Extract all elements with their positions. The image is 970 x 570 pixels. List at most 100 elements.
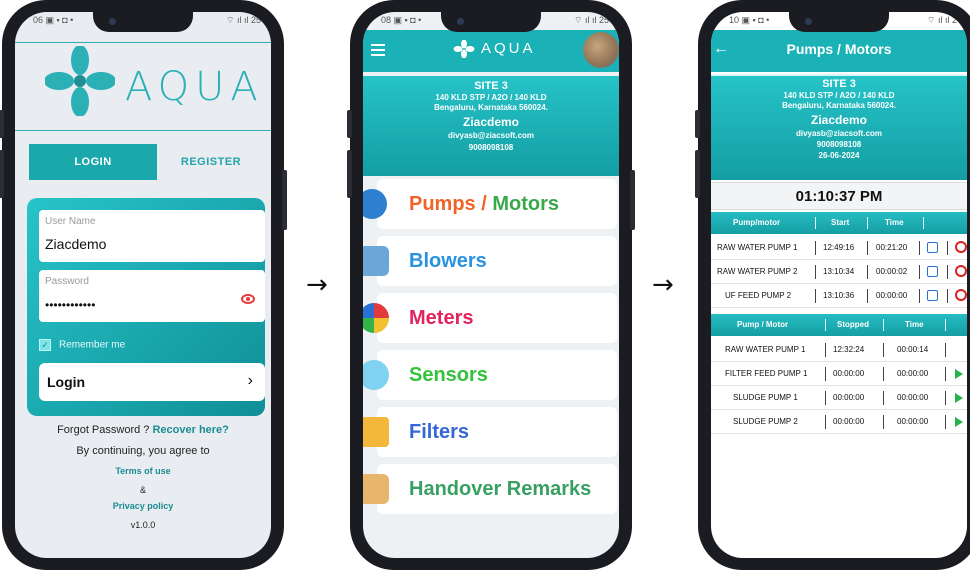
current-time: 01:10:37 PM [711, 182, 967, 210]
pump-name: RAW WATER PUMP 2 [717, 267, 798, 276]
site-phone: 9008098108 [468, 143, 514, 152]
pump-time: 00:00:00 [897, 369, 929, 378]
pump-time: 00:00:00 [897, 417, 929, 426]
share-icon[interactable] [927, 266, 938, 277]
menu-screen: 08 ▣ ▪ ◘ • ⌔ ıl ıl 25 AQUA SITE 3 140 KLD… [363, 12, 619, 558]
brand-text: AQUA [481, 40, 536, 57]
site-address: Bengaluru, Karnataka 560024. [782, 101, 896, 110]
password-label: Password [45, 276, 89, 287]
play-icon[interactable] [955, 369, 963, 379]
menu-item-handover-remarks[interactable]: Handover Remarks [363, 464, 619, 514]
aqua-logo-icon [453, 40, 475, 59]
avatar[interactable] [583, 32, 619, 68]
flow-arrow-1: → [306, 270, 328, 300]
site-email: divyasb@ziacsoft.com [447, 131, 535, 140]
pump-start: 13:10:36 [823, 291, 855, 300]
table-row[interactable]: RAW WATER PUMP 2 13:10:34 00:00:02 [711, 260, 967, 284]
table-row[interactable]: RAW WATER PUMP 1 12:49:16 00:21:20 [711, 236, 967, 260]
site-name: SITE 3 [474, 80, 508, 92]
table-row[interactable]: SLUDGE PUMP 2 00:00:00 00:00:00 [711, 410, 967, 434]
username-field[interactable]: User Name Ziacdemo [39, 210, 265, 262]
remember-label: Remember me [59, 339, 126, 351]
phone-menu: 08 ▣ ▪ ◘ • ⌔ ıl ıl 25 AQUA SITE 3 140 KLD… [347, 0, 635, 570]
login-footer: Forgot Password ? Recover here? By conti… [15, 424, 271, 539]
pump-time: 00:00:00 [897, 393, 929, 402]
pump-name: SLUDGE PUMP 2 [733, 417, 798, 426]
pump-time: 00:00:00 [876, 291, 908, 300]
menu-item-sensors[interactable]: Sensors [363, 350, 619, 400]
menu-handover-label: Handover Remarks [409, 478, 592, 500]
pump-name: UF FEED PUMP 2 [725, 291, 792, 300]
share-icon[interactable] [927, 290, 938, 301]
pump-name: FILTER FEED PUMP 1 [725, 369, 808, 378]
share-icon[interactable] [927, 242, 938, 253]
site-address: Bengaluru, Karnataka 560024. [434, 103, 548, 112]
privacy-link[interactable]: Privacy policy [113, 501, 174, 511]
col-time: Time [885, 218, 904, 227]
username-input[interactable]: Ziacdemo [45, 236, 106, 252]
site-header: SITE 3 140 KLD STP / A2O / 140 KLD Benga… [711, 74, 967, 180]
pump-stopped: 00:00:00 [833, 369, 865, 378]
company-name: Ziacdemo [462, 115, 519, 129]
stopped-table-header: Pump / Motor Stopped Time [711, 314, 967, 336]
site-details: 140 KLD STP / A2O / 140 KLD [435, 93, 547, 102]
stop-icon[interactable] [955, 289, 967, 301]
site-details: 140 KLD STP / A2O / 140 KLD [783, 91, 895, 100]
col-pump-motor: Pump/motor [733, 218, 781, 227]
logo-text: AQUA [125, 64, 264, 110]
stop-icon[interactable] [955, 241, 967, 253]
pump-time: 00:00:14 [897, 345, 929, 354]
play-icon[interactable] [955, 393, 963, 403]
pump-stopped: 00:00:00 [833, 417, 865, 426]
phone-login: 06 ▣ ▪ ◘ • ⌔ ıl ıl 25 AQUA LOGIN REGISTE… [0, 0, 287, 570]
play-icon[interactable] [955, 417, 963, 427]
menu-motors-label: Motors [492, 193, 560, 215]
terms-link[interactable]: Terms of use [115, 466, 170, 476]
menu-item-blowers[interactable]: Blowers [363, 236, 619, 286]
col-time: Time [905, 320, 924, 329]
site-email: divyasb@ziacsoft.com [795, 129, 883, 138]
auth-tabs: LOGIN REGISTER [29, 144, 265, 180]
pump-time: 00:00:02 [876, 267, 908, 276]
handover-icon [363, 474, 389, 504]
menu-meters-label: Meters [409, 307, 474, 329]
table-row[interactable]: UF FEED PUMP 2 13:10:36 00:00:00 [711, 284, 967, 308]
hamburger-menu-icon[interactable] [371, 44, 385, 59]
password-input[interactable]: •••••••••••• [45, 298, 95, 312]
table-row[interactable]: FILTER FEED PUMP 1 00:00:00 00:00:00 [711, 362, 967, 386]
page-title: Pumps / Motors [786, 41, 892, 57]
menu-blowers-label: Blowers [409, 250, 487, 272]
login-card: User Name Ziacdemo Password ••••••••••••… [27, 198, 265, 416]
aqua-logo-icon [45, 46, 115, 116]
site-date: 26-06-2024 [818, 151, 860, 160]
version-text: v1.0.0 [130, 520, 156, 530]
menu-item-meters[interactable]: Meters [363, 293, 619, 343]
eye-icon[interactable] [241, 294, 255, 304]
password-field[interactable]: Password •••••••••••• [39, 270, 265, 322]
app-bar: AQUA [363, 30, 619, 72]
recover-link[interactable]: Recover here? [152, 424, 228, 436]
company-name: Ziacdemo [810, 113, 867, 127]
stop-icon[interactable] [955, 265, 967, 277]
tab-register[interactable]: REGISTER [157, 144, 265, 180]
menu-item-filters[interactable]: Filters [363, 407, 619, 457]
table-row[interactable]: SLUDGE PUMP 1 00:00:00 00:00:00 [711, 386, 967, 410]
chevron-right-icon: › [247, 372, 253, 389]
menu-item-pumps-motors[interactable]: Pumps / Motors [363, 179, 619, 229]
col-start: Start [831, 218, 850, 227]
col-pump-motor: Pump / Motor [737, 320, 789, 329]
table-row[interactable]: RAW WATER PUMP 1 12:32:24 00:00:14 [711, 338, 967, 362]
checkbox-checked-icon[interactable]: ✓ [39, 339, 51, 351]
blower-icon [363, 246, 389, 276]
pump-start: 12:49:16 [823, 243, 855, 252]
col-stopped: Stopped [837, 320, 869, 329]
pump-stopped: 00:00:00 [833, 393, 865, 402]
menu-sensors-label: Sensors [409, 364, 488, 386]
filter-icon [363, 417, 389, 447]
login-button[interactable]: Login › [39, 363, 265, 401]
phone-pumps: 10 ▣ ▪ ◘ • ⌔ ıl ıl 2 ← Pumps / Motors SIT… [695, 0, 970, 570]
tab-login[interactable]: LOGIN [29, 144, 157, 180]
menu-pumps-label: Pumps / [409, 193, 493, 215]
username-label: User Name [45, 216, 96, 227]
remember-me[interactable]: ✓ Remember me [39, 339, 125, 351]
